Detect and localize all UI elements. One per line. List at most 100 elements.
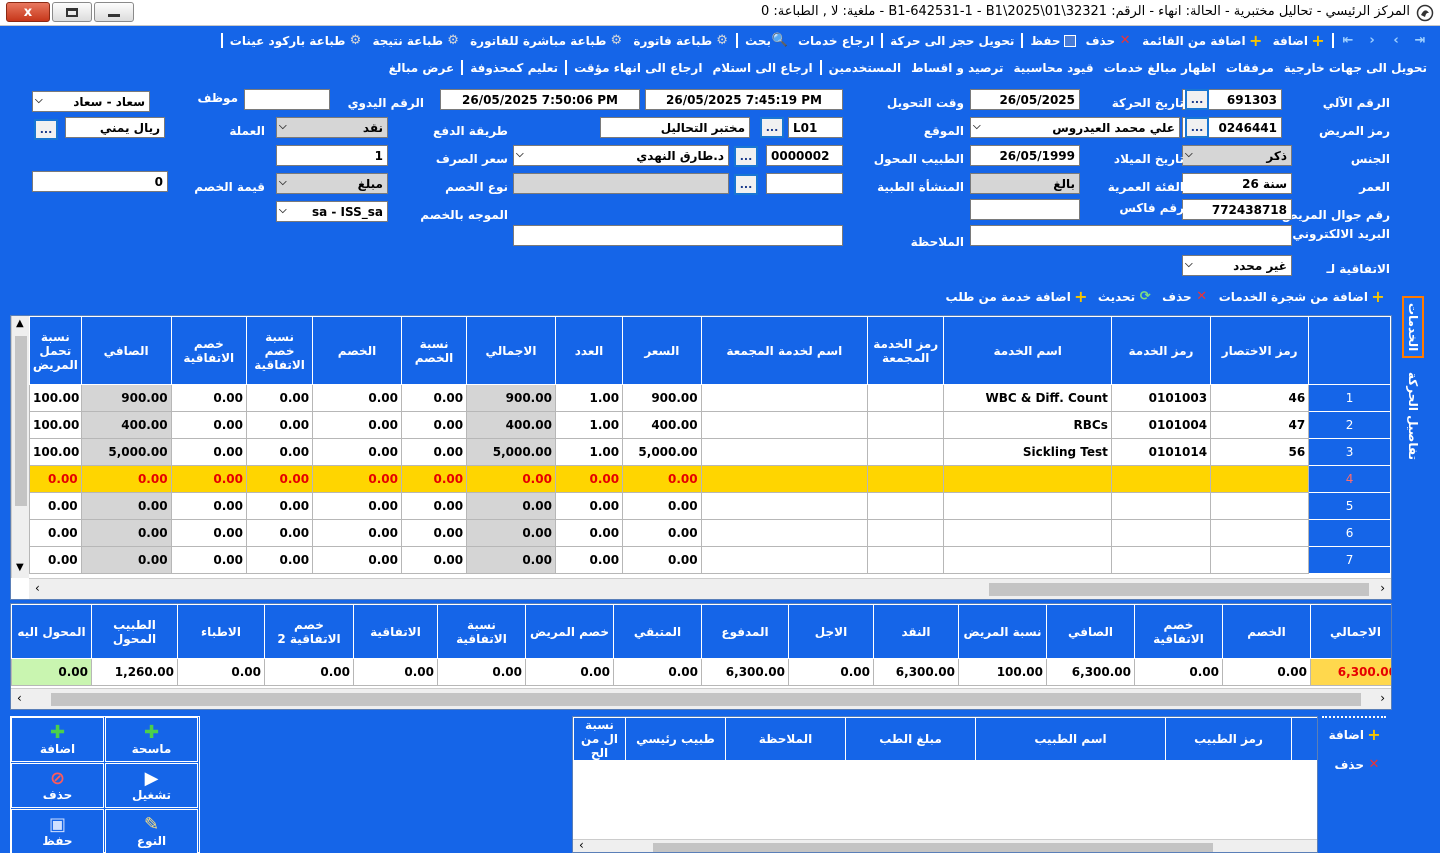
cell-agreement-discount-pct[interactable]: 0.00	[245, 411, 314, 439]
doctor-delete-button[interactable]: ✕ حذف	[1329, 758, 1386, 773]
col-net[interactable]: الصافي	[80, 316, 172, 385]
services-delete-button[interactable]: ✕ حذف	[1157, 290, 1214, 305]
col-group-service-name[interactable]: اسم لخدمة المجمعة	[700, 316, 869, 385]
maximize-window-button[interactable]	[52, 2, 92, 22]
cell-net[interactable]: 400.00	[80, 411, 172, 439]
cell-discount-pct[interactable]: 0.00	[400, 519, 468, 547]
row-number[interactable]: 1	[1308, 384, 1391, 412]
cell-service-code[interactable]: 0101004	[1110, 411, 1212, 439]
cell-agreement-discount-pct[interactable]: 0.00	[245, 492, 314, 520]
doctors-horizontal-scrollbar[interactable]: ‹	[573, 838, 1317, 852]
discount-type-select[interactable]: ⌵ مبلغ	[276, 173, 388, 194]
cell-net[interactable]: 0.00	[80, 465, 172, 493]
cell-patient-share[interactable]: 100.00	[29, 411, 82, 439]
cell-patient-share[interactable]: 0.00	[29, 465, 82, 493]
table-row[interactable]: 0.00 0.00 0.00 0.00 0.00 0.00 0.00 0.00 0.00 5	[29, 492, 1391, 520]
cell-service-code[interactable]	[1110, 519, 1212, 547]
cell-discount[interactable]: 0.00	[312, 465, 402, 493]
cell-group-service-name[interactable]	[700, 546, 869, 574]
action-type-button[interactable]: ✎ النوع	[105, 809, 198, 853]
cell-group-service-code[interactable]	[866, 492, 945, 520]
cell-group-service-name[interactable]	[700, 411, 869, 439]
cell-net[interactable]: 0.00	[80, 546, 172, 574]
cell-discount[interactable]: 0.00	[312, 546, 402, 574]
discount-value-field[interactable]: 0	[32, 171, 168, 192]
cell-discount-pct[interactable]: 0.00	[400, 384, 468, 412]
cell-agreement-discount-pct[interactable]: 0.00	[245, 438, 314, 466]
services-horizontal-scrollbar[interactable]: ‹ ›	[29, 578, 1391, 599]
cell-total[interactable]: 0.00	[466, 546, 556, 574]
ref-doctor-name-select[interactable]: ⌵ د.طارق النهدي	[513, 145, 729, 166]
return-to-receive-button[interactable]: ارجاع الى استلام	[707, 61, 817, 75]
nav-last-button[interactable]: ⇤	[1336, 33, 1360, 48]
cell-discount[interactable]: 0.00	[312, 438, 402, 466]
manual-time-field[interactable]: 26/05/2025 7:50:06 PM	[440, 89, 640, 110]
cell-agreement-discount[interactable]: 0.00	[170, 411, 248, 439]
cell-quantity[interactable]: 0.00	[554, 465, 624, 493]
cell-abbreviation[interactable]	[1210, 519, 1310, 547]
exchange-rate-field[interactable]: 1	[276, 145, 388, 166]
close-window-button[interactable]: x	[6, 2, 50, 22]
cell-price[interactable]: 400.00	[622, 411, 702, 439]
cell-service-name[interactable]	[943, 465, 1112, 493]
medical-facility-lookup-button[interactable]: ...	[734, 174, 758, 195]
tab-move-details[interactable]: تفاصيل الحركة	[1402, 366, 1424, 466]
transfer-external-button[interactable]: تحويل الى جهات خارجية	[1279, 61, 1432, 75]
cell-price[interactable]: 0.00	[622, 546, 702, 574]
cell-patient-share[interactable]: 0.00	[29, 519, 82, 547]
scrollbar-thumb[interactable]	[51, 693, 1361, 706]
cell-agreement-discount-pct[interactable]: 0.00	[245, 519, 314, 547]
location-lookup-button[interactable]: ...	[760, 117, 784, 138]
cell-total[interactable]: 0.00	[466, 465, 556, 493]
action-scan-button[interactable]: ✚ ماسحة	[105, 717, 198, 762]
row-number[interactable]: 7	[1308, 546, 1391, 574]
patient-lookup-button[interactable]: ...	[1185, 117, 1209, 138]
action-save-button[interactable]: ▣ حفظ	[11, 809, 104, 853]
cell-discount-pct[interactable]: 0.00	[400, 438, 468, 466]
row-number[interactable]: 3	[1308, 438, 1391, 466]
cell-agreement-discount[interactable]: 0.00	[170, 438, 248, 466]
cell-group-service-name[interactable]	[700, 492, 869, 520]
cell-patient-share[interactable]: 100.00	[29, 438, 82, 466]
transfer-time-field[interactable]: 26/05/2025 7:45:19 PM	[645, 89, 843, 110]
accounting-entries-button[interactable]: قيود محاسبية	[1009, 61, 1099, 75]
currency-lookup-button[interactable]: ...	[34, 119, 58, 140]
row-number[interactable]: 6	[1308, 519, 1391, 547]
cell-group-service-name[interactable]	[700, 438, 869, 466]
gender-select[interactable]: ⌵ ذكر	[1182, 145, 1292, 166]
add-service-from-request-button[interactable]: + اضافة خدمة من طلب	[941, 289, 1093, 305]
cell-service-name[interactable]: RBCs	[943, 411, 1112, 439]
cell-group-service-name[interactable]	[700, 519, 869, 547]
col-total[interactable]: الاجمالي	[466, 316, 556, 385]
col-price[interactable]: السعر	[622, 316, 702, 385]
cell-quantity[interactable]: 0.00	[554, 492, 624, 520]
scrollbar-thumb[interactable]	[653, 843, 1213, 852]
cell-quantity[interactable]: 0.00	[554, 519, 624, 547]
col-agreement-discount[interactable]: خصم الاتفاقية	[170, 316, 248, 385]
cell-discount[interactable]: 0.00	[312, 384, 402, 412]
email-field[interactable]	[970, 225, 1292, 246]
cell-patient-share[interactable]: 100.00	[29, 384, 82, 412]
search-button[interactable]: 🔍 بحث	[740, 33, 793, 48]
location-name-field[interactable]: مختبر التحاليل	[600, 117, 750, 138]
cell-net[interactable]: 900.00	[80, 384, 172, 412]
save-button[interactable]: حفظ	[1025, 34, 1080, 48]
print-barcode-button[interactable]: ⚙ طباعة باركود عينات	[225, 33, 368, 48]
cell-service-name[interactable]	[943, 519, 1112, 547]
cell-agreement-discount[interactable]: 0.00	[170, 546, 248, 574]
cell-group-service-name[interactable]	[700, 465, 869, 493]
cell-quantity[interactable]: 1.00	[554, 411, 624, 439]
cell-agreement-discount[interactable]: 0.00	[170, 384, 248, 412]
row-number[interactable]: 2	[1308, 411, 1391, 439]
nav-first-button[interactable]: ⇥	[1408, 33, 1432, 48]
add-from-service-tree-button[interactable]: + اضافة من شجرة الخدمات	[1214, 289, 1390, 305]
currency-field[interactable]: ريال يمني	[65, 117, 165, 138]
cell-patient-share[interactable]: 0.00	[29, 546, 82, 574]
cell-discount-pct[interactable]: 0.00	[400, 492, 468, 520]
cell-quantity[interactable]: 1.00	[554, 384, 624, 412]
scrollbar-thumb[interactable]	[15, 336, 27, 506]
balance-installments-button[interactable]: ترصيد و اقساط	[906, 61, 1008, 75]
cell-quantity[interactable]: 0.00	[554, 546, 624, 574]
action-run-button[interactable]: ▶ تشغيل	[105, 763, 198, 808]
ref-doctor-code-field[interactable]: 0000002	[766, 145, 843, 166]
